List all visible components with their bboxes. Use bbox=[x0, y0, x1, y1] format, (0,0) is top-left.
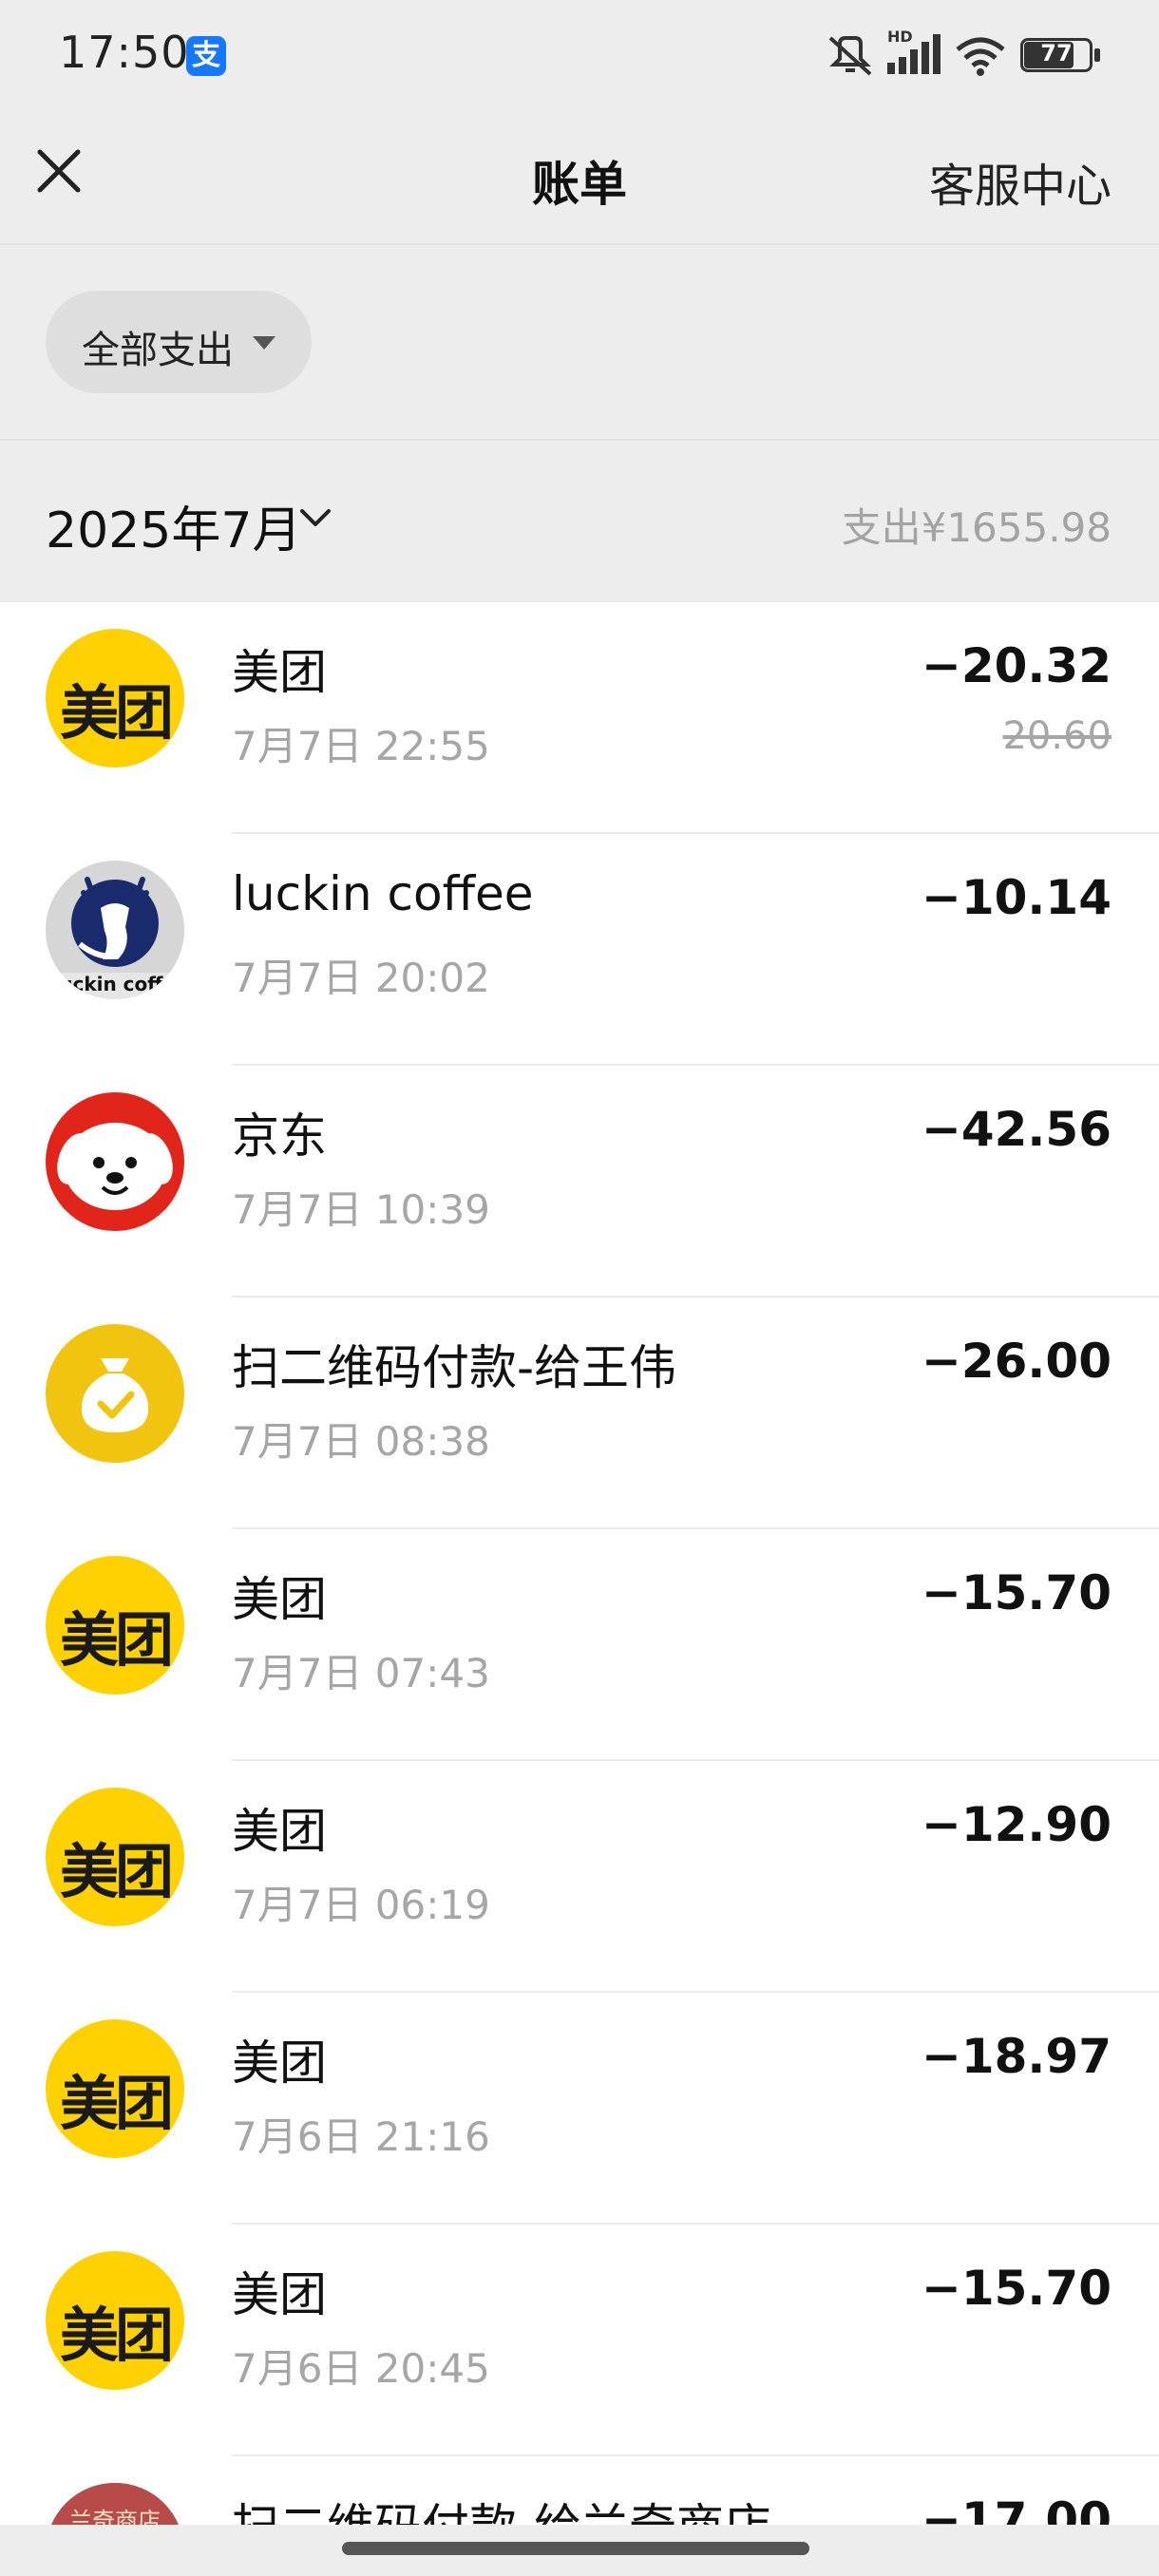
merchant-name: luckin coffee bbox=[232, 866, 534, 921]
month-expense-total: 支出¥1655.98 bbox=[842, 496, 1112, 554]
merchant-name: 美团 bbox=[232, 1804, 327, 1859]
bill-screen: 17:50 支 HD 77 账单 客服中心 全部支出 2025年7月 支出¥16… bbox=[0, 0, 1159, 2576]
month-selector[interactable]: 2025年7月 bbox=[0, 441, 361, 602]
meituan-logo-text: 美团 bbox=[59, 678, 174, 748]
transaction-amount: −15.70 bbox=[921, 2261, 1112, 2316]
luckin-logo: luckin coffee bbox=[46, 861, 184, 999]
status-time: 17:50 bbox=[59, 27, 190, 78]
status-icons: HD 77 bbox=[826, 28, 1112, 80]
transaction-amount: −15.70 bbox=[921, 1565, 1112, 1620]
money-bag-icon bbox=[46, 1324, 184, 1463]
meituan-logo: 美团 bbox=[46, 1556, 184, 1695]
transaction-time: 7月6日 20:45 bbox=[232, 2345, 490, 2392]
chevron-down-icon bbox=[300, 509, 331, 526]
merchant-name: 美团 bbox=[232, 2036, 327, 2091]
merchant-name: 京东 bbox=[232, 1108, 327, 1164]
merchant-name: 美团 bbox=[232, 1572, 327, 1627]
wifi-icon bbox=[956, 37, 1005, 76]
expense-total-label: 支出 bbox=[841, 504, 922, 551]
meituan-logo: 美团 bbox=[46, 629, 184, 767]
transaction-amount: −20.32 bbox=[921, 638, 1112, 693]
transaction-row[interactable]: 美团 美团 7月7日 22:55 −20.32 20.60 bbox=[0, 602, 1159, 834]
jd-logo bbox=[46, 1092, 184, 1231]
hd-label: HD bbox=[887, 28, 913, 46]
divider bbox=[0, 243, 1159, 245]
transaction-amount: −42.56 bbox=[921, 1102, 1112, 1157]
status-bar: 17:50 支 HD 77 bbox=[0, 0, 1159, 112]
meituan-logo-text: 美团 bbox=[59, 1605, 174, 1675]
merchant-name: 美团 bbox=[232, 2267, 327, 2322]
alipay-notification-icon: 支 bbox=[186, 36, 226, 76]
original-amount: 20.60 bbox=[1002, 714, 1112, 758]
transaction-time: 7月7日 22:55 bbox=[232, 723, 490, 769]
transaction-row[interactable]: 美团 美团 7月6日 21:16 −18.97 bbox=[0, 1993, 1159, 2225]
meituan-logo-text: 美团 bbox=[59, 1837, 174, 1906]
meituan-logo: 美团 bbox=[46, 2251, 184, 2390]
jd-dog-icon bbox=[57, 1123, 173, 1223]
customer-service-link[interactable]: 客服中心 bbox=[929, 148, 1112, 215]
transaction-time: 7月7日 08:38 bbox=[232, 1418, 490, 1465]
nav-bar: 账单 客服中心 bbox=[0, 112, 1159, 245]
transaction-time: 7月7日 07:43 bbox=[232, 1650, 490, 1696]
transaction-time: 7月7日 10:39 bbox=[232, 1186, 490, 1233]
transaction-row[interactable]: 美团 美团 7月6日 20:45 −15.70 bbox=[0, 2225, 1159, 2456]
transaction-row[interactable]: 扫二维码付款-给王伟 7月7日 08:38 −26.00 bbox=[0, 1297, 1159, 1529]
close-icon bbox=[37, 149, 81, 193]
money-bag-glyph bbox=[81, 1358, 149, 1432]
battery-icon: 77 bbox=[1020, 38, 1100, 72]
merchant-name: 扫二维码付款-给王伟 bbox=[232, 1340, 677, 1395]
meituan-logo-text: 美团 bbox=[59, 2301, 174, 2370]
meituan-logo-text: 美团 bbox=[59, 2069, 174, 2138]
transaction-list: 美团 美团 7月7日 22:55 −20.32 20.60 luckin cof… bbox=[0, 602, 1159, 2576]
meituan-logo: 美团 bbox=[46, 1788, 184, 1926]
transaction-amount: −26.00 bbox=[921, 1334, 1112, 1389]
transaction-row[interactable]: 美团 美团 7月7日 07:43 −15.70 bbox=[0, 1529, 1159, 1761]
home-indicator[interactable] bbox=[342, 2542, 809, 2555]
transaction-row[interactable]: 美团 美团 7月7日 06:19 −12.90 bbox=[0, 1761, 1159, 1993]
month-header: 2025年7月 支出¥1655.98 bbox=[0, 441, 1159, 602]
transaction-time: 7月7日 20:02 bbox=[232, 955, 490, 1001]
mute-icon bbox=[828, 36, 872, 76]
transaction-time: 7月6日 21:16 bbox=[232, 2113, 490, 2160]
close-button[interactable] bbox=[28, 141, 104, 217]
transaction-row[interactable]: 京东 7月7日 10:39 −42.56 bbox=[0, 1066, 1159, 1297]
transaction-time: 7月7日 06:19 bbox=[232, 1882, 490, 1928]
signal-icon: HD bbox=[887, 28, 940, 74]
meituan-logo: 美团 bbox=[46, 2019, 184, 2158]
expense-total-value: ¥1655.98 bbox=[921, 504, 1112, 551]
transaction-amount: −18.97 bbox=[921, 2029, 1112, 2084]
filter-label: 全部支出 bbox=[82, 329, 234, 372]
transaction-amount: −12.90 bbox=[921, 1797, 1112, 1852]
expense-filter-dropdown[interactable]: 全部支出 bbox=[46, 291, 312, 393]
caret-down-icon bbox=[253, 336, 276, 350]
merchant-name: 美团 bbox=[232, 645, 327, 700]
battery-level: 77 bbox=[1040, 40, 1073, 66]
month-label: 2025年7月 bbox=[46, 502, 302, 559]
luckin-logo-text: luckin coffee bbox=[52, 973, 184, 995]
transaction-row[interactable]: luckin coffee luckin coffee 7月7日 20:02 −… bbox=[0, 834, 1159, 1066]
transaction-amount: −10.14 bbox=[921, 870, 1112, 925]
